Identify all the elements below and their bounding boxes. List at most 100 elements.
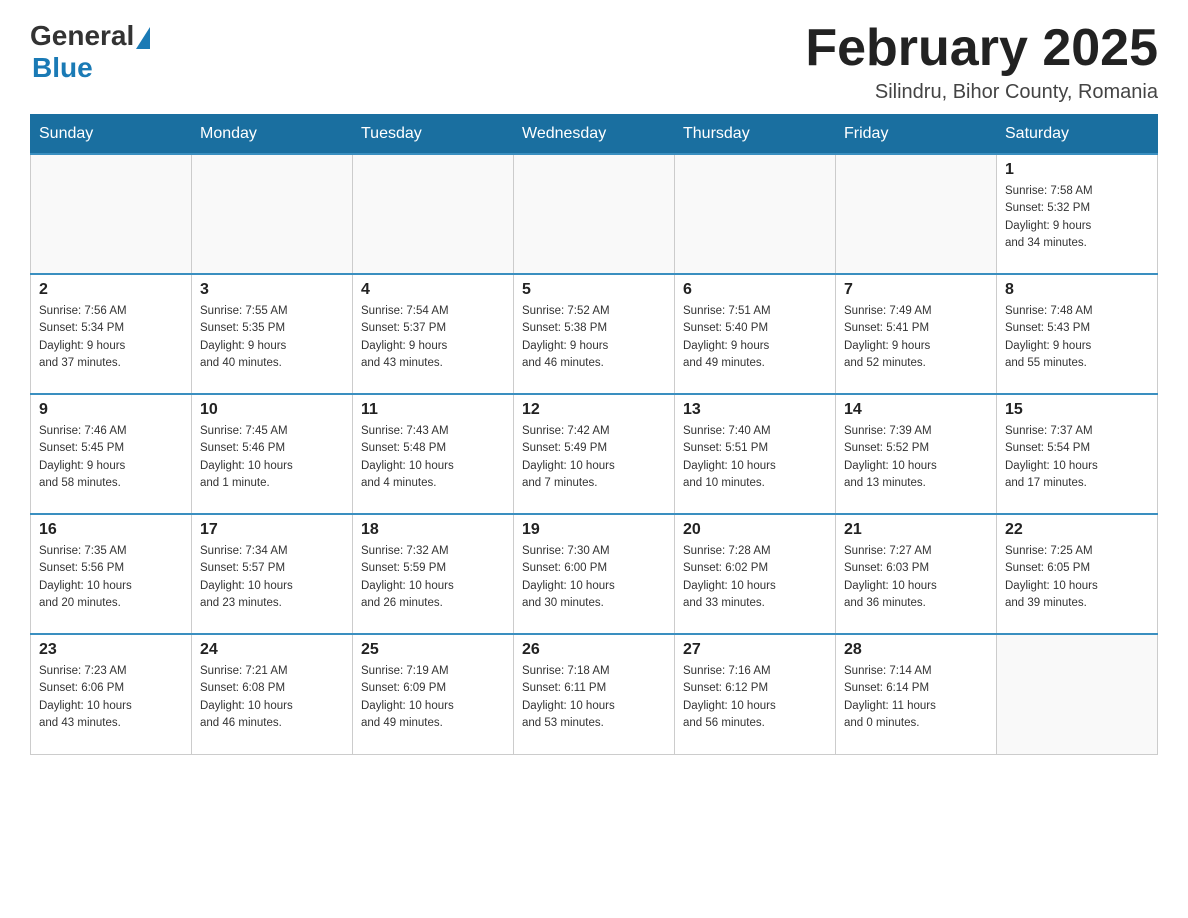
day-number: 17 xyxy=(200,521,344,539)
calendar-week-row-1: 1Sunrise: 7:58 AM Sunset: 5:32 PM Daylig… xyxy=(31,154,1158,274)
day-info: Sunrise: 7:58 AM Sunset: 5:32 PM Dayligh… xyxy=(1005,183,1149,252)
day-info: Sunrise: 7:30 AM Sunset: 6:00 PM Dayligh… xyxy=(522,543,666,612)
day-info: Sunrise: 7:27 AM Sunset: 6:03 PM Dayligh… xyxy=(844,543,988,612)
calendar-cell: 24 Sunrise: 7:21 AM Sunset: 6:08 PM Dayli… xyxy=(192,634,353,754)
day-number: 14 xyxy=(844,401,988,419)
calendar-header-thursday: Thursday xyxy=(675,115,836,155)
logo-blue-text: Blue xyxy=(32,52,93,84)
calendar-cell: 4 Sunrise: 7:54 AM Sunset: 5:37 PM Daylig… xyxy=(353,274,514,394)
day-info: Sunrise: 7:55 AM Sunset: 5:35 PM Dayligh… xyxy=(200,303,344,372)
calendar-header-tuesday: Tuesday xyxy=(353,115,514,155)
calendar-cell: 7 Sunrise: 7:49 AM Sunset: 5:41 PM Daylig… xyxy=(836,274,997,394)
day-info: Sunrise: 7:25 AM Sunset: 6:05 PM Dayligh… xyxy=(1005,543,1149,612)
day-info: Sunrise: 7:51 AM Sunset: 5:40 PM Dayligh… xyxy=(683,303,827,372)
calendar-cell: 16 Sunrise: 7:35 AM Sunset: 5:56 PM Dayli… xyxy=(31,514,192,634)
day-number: 26 xyxy=(522,641,666,659)
calendar-cell: 19 Sunrise: 7:30 AM Sunset: 6:00 PM Dayli… xyxy=(514,514,675,634)
day-info: Sunrise: 7:37 AM Sunset: 5:54 PM Dayligh… xyxy=(1005,423,1149,492)
day-number: 22 xyxy=(1005,521,1149,539)
calendar-header-saturday: Saturday xyxy=(997,115,1158,155)
calendar-cell: 6 Sunrise: 7:51 AM Sunset: 5:40 PM Daylig… xyxy=(675,274,836,394)
day-info: Sunrise: 7:32 AM Sunset: 5:59 PM Dayligh… xyxy=(361,543,505,612)
calendar-cell: 25 Sunrise: 7:19 AM Sunset: 6:09 PM Dayli… xyxy=(353,634,514,754)
calendar-cell xyxy=(675,154,836,274)
day-number: 4 xyxy=(361,281,505,299)
calendar-cell: 14Sunrise: 7:39 AM Sunset: 5:52 PM Dayli… xyxy=(836,394,997,514)
logo: General Blue xyxy=(30,20,150,84)
calendar-cell xyxy=(192,154,353,274)
calendar-cell: 20 Sunrise: 7:28 AM Sunset: 6:02 PM Dayli… xyxy=(675,514,836,634)
day-info: Sunrise: 7:49 AM Sunset: 5:41 PM Dayligh… xyxy=(844,303,988,372)
calendar-cell: 2 Sunrise: 7:56 AM Sunset: 5:34 PM Daylig… xyxy=(31,274,192,394)
day-info: Sunrise: 7:14 AM Sunset: 6:14 PM Dayligh… xyxy=(844,663,988,732)
calendar-header-wednesday: Wednesday xyxy=(514,115,675,155)
calendar-week-row-4: 16 Sunrise: 7:35 AM Sunset: 5:56 PM Dayli… xyxy=(31,514,1158,634)
calendar-cell: 8Sunrise: 7:48 AM Sunset: 5:43 PM Daylig… xyxy=(997,274,1158,394)
day-number: 25 xyxy=(361,641,505,659)
calendar-cell: 10 Sunrise: 7:45 AM Sunset: 5:46 PM Dayli… xyxy=(192,394,353,514)
day-number: 16 xyxy=(39,521,183,539)
day-info: Sunrise: 7:35 AM Sunset: 5:56 PM Dayligh… xyxy=(39,543,183,612)
day-number: 10 xyxy=(200,401,344,419)
day-info: Sunrise: 7:52 AM Sunset: 5:38 PM Dayligh… xyxy=(522,303,666,372)
day-info: Sunrise: 7:43 AM Sunset: 5:48 PM Dayligh… xyxy=(361,423,505,492)
calendar-week-row-5: 23 Sunrise: 7:23 AM Sunset: 6:06 PM Dayli… xyxy=(31,634,1158,754)
calendar-cell: 13 Sunrise: 7:40 AM Sunset: 5:51 PM Dayli… xyxy=(675,394,836,514)
day-number: 18 xyxy=(361,521,505,539)
day-info: Sunrise: 7:45 AM Sunset: 5:46 PM Dayligh… xyxy=(200,423,344,492)
logo-triangle-icon xyxy=(136,27,150,49)
day-number: 12 xyxy=(522,401,666,419)
day-number: 2 xyxy=(39,281,183,299)
calendar-week-row-2: 2 Sunrise: 7:56 AM Sunset: 5:34 PM Daylig… xyxy=(31,274,1158,394)
calendar-cell: 5 Sunrise: 7:52 AM Sunset: 5:38 PM Daylig… xyxy=(514,274,675,394)
day-info: Sunrise: 7:42 AM Sunset: 5:49 PM Dayligh… xyxy=(522,423,666,492)
calendar-header-friday: Friday xyxy=(836,115,997,155)
calendar-cell xyxy=(514,154,675,274)
calendar-cell: 12 Sunrise: 7:42 AM Sunset: 5:49 PM Dayli… xyxy=(514,394,675,514)
calendar-cell: 1Sunrise: 7:58 AM Sunset: 5:32 PM Daylig… xyxy=(997,154,1158,274)
calendar-cell: 23 Sunrise: 7:23 AM Sunset: 6:06 PM Dayli… xyxy=(31,634,192,754)
calendar-week-row-3: 9 Sunrise: 7:46 AM Sunset: 5:45 PM Daylig… xyxy=(31,394,1158,514)
day-number: 5 xyxy=(522,281,666,299)
day-info: Sunrise: 7:56 AM Sunset: 5:34 PM Dayligh… xyxy=(39,303,183,372)
day-info: Sunrise: 7:28 AM Sunset: 6:02 PM Dayligh… xyxy=(683,543,827,612)
day-info: Sunrise: 7:54 AM Sunset: 5:37 PM Dayligh… xyxy=(361,303,505,372)
calendar-cell: 18 Sunrise: 7:32 AM Sunset: 5:59 PM Dayli… xyxy=(353,514,514,634)
calendar-cell: 9 Sunrise: 7:46 AM Sunset: 5:45 PM Daylig… xyxy=(31,394,192,514)
month-title: February 2025 xyxy=(805,20,1158,77)
day-number: 20 xyxy=(683,521,827,539)
calendar-cell xyxy=(836,154,997,274)
day-info: Sunrise: 7:40 AM Sunset: 5:51 PM Dayligh… xyxy=(683,423,827,492)
day-number: 3 xyxy=(200,281,344,299)
calendar-cell: 22 Sunrise: 7:25 AM Sunset: 6:05 PM Dayli… xyxy=(997,514,1158,634)
day-number: 13 xyxy=(683,401,827,419)
calendar-cell: 3 Sunrise: 7:55 AM Sunset: 5:35 PM Daylig… xyxy=(192,274,353,394)
day-number: 21 xyxy=(844,521,988,539)
calendar-cell: 28 Sunrise: 7:14 AM Sunset: 6:14 PM Dayli… xyxy=(836,634,997,754)
day-info: Sunrise: 7:19 AM Sunset: 6:09 PM Dayligh… xyxy=(361,663,505,732)
day-number: 9 xyxy=(39,401,183,419)
day-number: 24 xyxy=(200,641,344,659)
calendar-header-sunday: Sunday xyxy=(31,115,192,155)
calendar-cell: 21 Sunrise: 7:27 AM Sunset: 6:03 PM Dayli… xyxy=(836,514,997,634)
day-number: 19 xyxy=(522,521,666,539)
day-info: Sunrise: 7:18 AM Sunset: 6:11 PM Dayligh… xyxy=(522,663,666,732)
day-info: Sunrise: 7:21 AM Sunset: 6:08 PM Dayligh… xyxy=(200,663,344,732)
calendar-cell: 11Sunrise: 7:43 AM Sunset: 5:48 PM Dayli… xyxy=(353,394,514,514)
page-header: General Blue February 2025 Silindru, Bih… xyxy=(30,20,1158,104)
calendar-cell xyxy=(353,154,514,274)
day-number: 27 xyxy=(683,641,827,659)
day-info: Sunrise: 7:23 AM Sunset: 6:06 PM Dayligh… xyxy=(39,663,183,732)
calendar-header-monday: Monday xyxy=(192,115,353,155)
day-number: 8 xyxy=(1005,281,1149,299)
day-number: 23 xyxy=(39,641,183,659)
day-info: Sunrise: 7:16 AM Sunset: 6:12 PM Dayligh… xyxy=(683,663,827,732)
calendar-cell: 17Sunrise: 7:34 AM Sunset: 5:57 PM Dayli… xyxy=(192,514,353,634)
logo-general-text: General xyxy=(30,20,134,52)
day-number: 28 xyxy=(844,641,988,659)
day-info: Sunrise: 7:46 AM Sunset: 5:45 PM Dayligh… xyxy=(39,423,183,492)
day-number: 7 xyxy=(844,281,988,299)
calendar-cell xyxy=(31,154,192,274)
location-text: Silindru, Bihor County, Romania xyxy=(805,81,1158,104)
day-number: 6 xyxy=(683,281,827,299)
